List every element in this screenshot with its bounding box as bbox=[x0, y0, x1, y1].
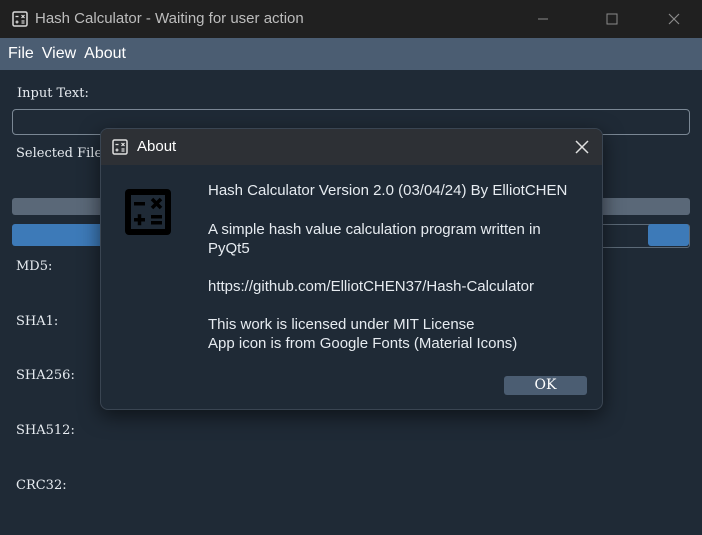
maximize-icon bbox=[606, 13, 618, 25]
license-text: This work is licensed under MIT License bbox=[208, 316, 475, 333]
about-dialog: About Hash Calculator Version 2.0 (03/04… bbox=[100, 128, 603, 410]
menu-about[interactable]: About bbox=[80, 45, 130, 63]
sha1-label: SHA1: bbox=[16, 314, 59, 329]
menu-bar: File View About bbox=[0, 38, 702, 70]
close-icon bbox=[668, 13, 680, 25]
description-line1: A simple hash value calculation program … bbox=[208, 221, 541, 238]
crc32-label: CRC32: bbox=[16, 478, 67, 493]
maximize-button[interactable] bbox=[589, 0, 635, 38]
menu-file[interactable]: File bbox=[4, 45, 38, 63]
progress-bar-fill bbox=[12, 224, 104, 246]
window-title: Hash Calculator - Waiting for user actio… bbox=[35, 10, 304, 27]
input-text-label: Input Text: bbox=[17, 86, 89, 101]
close-button[interactable] bbox=[651, 0, 697, 38]
sha512-label: SHA512: bbox=[16, 423, 75, 438]
github-link[interactable]: https://github.com/ElliotCHEN37/Hash-Cal… bbox=[208, 277, 534, 296]
minimize-button[interactable] bbox=[520, 0, 566, 38]
calculate-button[interactable] bbox=[648, 224, 689, 246]
window-titlebar[interactable]: Hash Calculator - Waiting for user actio… bbox=[0, 0, 702, 38]
ok-button[interactable]: OK bbox=[504, 376, 587, 395]
dialog-title: About bbox=[137, 138, 177, 155]
icon-credit-text: App icon is from Google Fonts (Material … bbox=[208, 335, 518, 352]
calculator-icon bbox=[12, 11, 28, 27]
sha256-label: SHA256: bbox=[16, 368, 75, 383]
selected-file-label: Selected File: bbox=[16, 146, 107, 161]
description-line2: PyQt5 bbox=[208, 240, 250, 257]
md5-label: MD5: bbox=[16, 259, 53, 274]
menu-view[interactable]: View bbox=[38, 45, 80, 63]
close-icon[interactable] bbox=[572, 137, 592, 157]
dialog-titlebar[interactable]: About bbox=[101, 129, 602, 165]
minimize-icon bbox=[538, 18, 548, 20]
calculator-app-icon bbox=[125, 189, 171, 235]
version-text: Hash Calculator Version 2.0 (03/04/24) B… bbox=[208, 182, 568, 199]
calculator-icon bbox=[112, 139, 128, 155]
